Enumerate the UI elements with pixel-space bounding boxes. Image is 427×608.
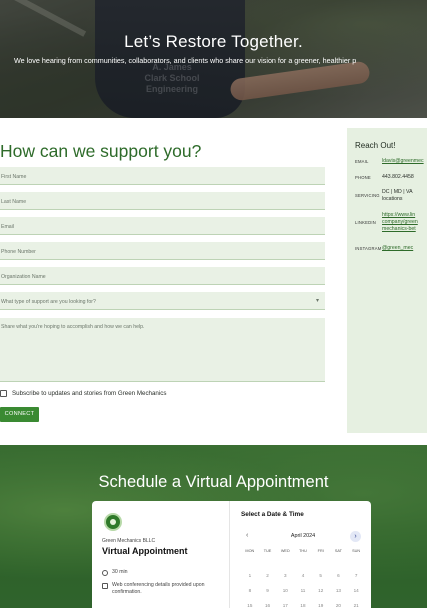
calendar-day[interactable]: 3 <box>276 573 294 578</box>
green-mechanics-logo <box>104 513 122 531</box>
calendar-day[interactable]: 20 <box>330 603 348 608</box>
calendar-title: Select a Date & Time <box>241 511 304 518</box>
calendar-day[interactable]: 16 <box>259 603 277 608</box>
calendar-day[interactable]: 13 <box>330 588 348 593</box>
subscribe-checkbox[interactable] <box>0 390 7 397</box>
conferencing-row: Web conferencing details provided upon c… <box>102 582 227 596</box>
phone-row: PHONE 443.802.4458 <box>355 174 414 181</box>
first-name-field[interactable]: First Name <box>0 167 325 185</box>
linkedin-row: LINKEDIN https://www.lin company/green m… <box>355 212 418 233</box>
event-title: Virtual Appointment <box>102 546 188 556</box>
day-of-week-label: FRI <box>317 549 324 553</box>
last-name-field[interactable]: Last Name <box>0 192 325 210</box>
day-of-week-label: WED <box>280 549 290 553</box>
instagram-row: INSTAGRAM @green_mec <box>355 245 413 252</box>
servicing-value-line-1: DC | MD | VA <box>382 189 413 195</box>
day-of-week-label: SUN <box>352 549 361 553</box>
phone-value[interactable]: 443.802.4458 <box>382 174 414 181</box>
servicing-label: SERVICING <box>355 193 380 198</box>
scheduler-card: Green Mechanics BLLC Virtual Appointment… <box>92 501 371 608</box>
next-month-button[interactable]: › <box>350 531 361 542</box>
linkedin-label: LINKEDIN <box>355 220 376 225</box>
day-of-week-label: TUE <box>263 549 272 553</box>
reach-out-panel: Reach Out! EMAIL ldavis@greenmec PHONE 4… <box>347 128 427 433</box>
duration-row: 30 min <box>102 569 227 576</box>
conferencing-text: Web conferencing details provided upon c… <box>112 582 205 595</box>
calendar-day[interactable]: 5 <box>312 573 330 578</box>
calendar-day[interactable]: 21 <box>347 603 365 608</box>
calendar-day[interactable]: 10 <box>276 588 294 593</box>
calendar-nav: ‹ April 2024 › <box>241 531 365 543</box>
hero-title: Let’s Restore Together. <box>124 32 303 51</box>
email-label: EMAIL <box>355 159 369 164</box>
message-textarea[interactable]: Share what you're hoping to accomplish a… <box>0 318 325 382</box>
calendar-month: April 2024 <box>290 533 316 539</box>
calendar: Select a Date & Time ‹ April 2024 › MON T… <box>241 511 365 608</box>
calendar-day[interactable]: 15 <box>241 603 259 608</box>
connect-button[interactable]: CONNECT <box>0 407 39 422</box>
email-field[interactable]: Email <box>0 217 325 235</box>
servicing-row: SERVICING DC | MD | VA locations <box>355 189 413 203</box>
linkedin-link-line-2: company/green <box>382 219 418 225</box>
hero-banner: A. James Clark School Engineering Let’s … <box>0 0 427 118</box>
instagram-label: INSTAGRAM <box>355 246 382 251</box>
linkedin-link-line-3: mechanics-bet <box>382 226 416 232</box>
subscribe-label: Subscribe to updates and stories from Gr… <box>12 390 167 397</box>
subscribe-row[interactable]: Subscribe to updates and stories from Gr… <box>0 390 166 397</box>
calendar-day[interactable]: 7 <box>347 573 365 578</box>
calendar-day[interactable]: 1 <box>241 573 259 578</box>
event-details: Green Mechanics BLLC Virtual Appointment… <box>92 501 230 608</box>
email-row: EMAIL ldavis@greenmec <box>355 158 424 165</box>
calendar-day[interactable]: 18 <box>294 603 312 608</box>
organization-field[interactable]: Organization Name <box>0 267 325 285</box>
calendar-day[interactable]: 11 <box>294 588 312 593</box>
day-of-week-label: MON <box>245 549 255 553</box>
schedule-title: Schedule a Virtual Appointment <box>98 473 329 491</box>
linkedin-link[interactable]: https://www.lin company/green mechanics-… <box>382 212 418 233</box>
day-of-week-label: SAT <box>334 549 342 553</box>
calendar-grid: MON TUE WED THU FRI SAT SUN 1 2 3 4 5 6 7 8 9 10 11 12 13 14… <box>241 549 365 608</box>
calendar-day[interactable]: 9 <box>259 588 277 593</box>
calendar-day[interactable]: 17 <box>276 603 294 608</box>
instagram-link[interactable]: @green_mec <box>382 245 413 252</box>
phone-field[interactable]: Phone Number <box>0 242 325 260</box>
hero-subtitle: We love hearing from communities, collab… <box>14 56 357 65</box>
servicing-value: DC | MD | VA locations <box>382 189 413 203</box>
calendar-day[interactable]: 19 <box>312 603 330 608</box>
phone-label: PHONE <box>355 175 371 180</box>
clock-icon <box>102 570 108 576</box>
email-link[interactable]: ldavis@greenmec <box>382 158 424 165</box>
support-type-select[interactable]: What type of support are you looking for… <box>0 292 325 310</box>
day-of-week-label: THU <box>299 549 307 553</box>
reach-out-title: Reach Out! <box>355 141 396 150</box>
form-title: How can we support you? <box>0 141 202 161</box>
calendar-day[interactable]: 14 <box>347 588 365 593</box>
linkedin-link-line-1: https://www.lin <box>382 212 416 218</box>
servicing-value-line-2: locations <box>382 196 403 202</box>
calendar-day[interactable]: 6 <box>330 573 348 578</box>
calendar-day[interactable]: 2 <box>259 573 277 578</box>
calendar-day[interactable]: 12 <box>312 588 330 593</box>
calendar-day[interactable]: 4 <box>294 573 312 578</box>
schedule-section: Schedule a Virtual Appointment Green Mec… <box>0 445 427 608</box>
duration-text: 30 min <box>112 569 128 575</box>
event-organizer: Green Mechanics BLLC <box>102 538 156 544</box>
video-icon <box>102 583 108 589</box>
calendar-day[interactable]: 8 <box>241 588 259 593</box>
